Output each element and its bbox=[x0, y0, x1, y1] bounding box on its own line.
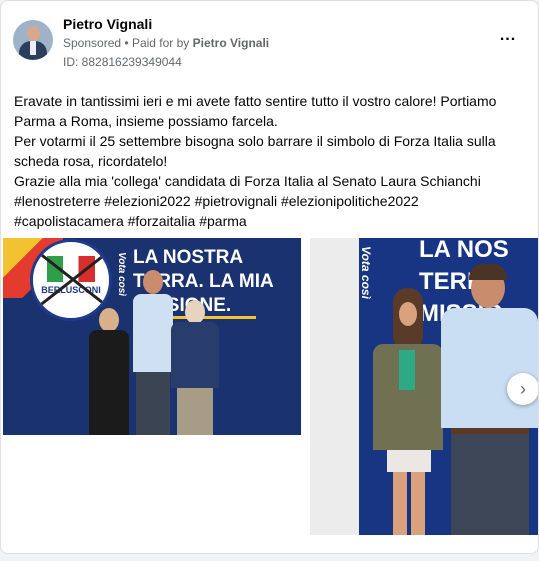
post-body: Eravate in tantissimi ieri e mi avete fa… bbox=[14, 91, 524, 231]
person-figure bbox=[373, 288, 443, 535]
more-options-icon[interactable]: ... bbox=[497, 28, 519, 51]
ad-id: ID: 882816239349044 bbox=[63, 55, 182, 69]
post-line: Grazie alla mia 'collega' candidata di F… bbox=[14, 173, 481, 189]
post-line: Parma a Roma, insieme possiamo farcela. bbox=[14, 113, 278, 129]
carousel-image-1[interactable]: BERLUSCONI Vota così LA NOSTRA TERRA. LA… bbox=[3, 238, 301, 435]
chevron-right-icon: › bbox=[520, 378, 526, 399]
carousel-image-2[interactable]: Vota così LA NOS TERRA MISSIO bbox=[310, 238, 538, 535]
paid-for-label: Paid for by bbox=[131, 36, 190, 50]
sponsored-line: Sponsored • Paid for by Pietro Vignali bbox=[63, 36, 270, 50]
author-avatar[interactable] bbox=[13, 20, 53, 60]
post-line: Eravate in tantissimi ieri e mi avete fa… bbox=[14, 93, 497, 109]
person-figure bbox=[89, 308, 129, 435]
person-figure bbox=[171, 300, 219, 435]
post-line: #lenostreterre #elezioni2022 #pietrovign… bbox=[14, 193, 419, 209]
carousel-next-button[interactable]: › bbox=[507, 373, 538, 405]
paid-for-name: Pietro Vignali bbox=[192, 36, 270, 50]
author-name[interactable]: Pietro Vignali bbox=[63, 16, 152, 32]
person-figure bbox=[133, 270, 173, 435]
post-line: scheda rosa, ricordatelo! bbox=[14, 153, 168, 169]
post-line: #capolistacamera #forzaitalia #parma bbox=[14, 213, 247, 229]
ad-post-card: Pietro Vignali Sponsored • Paid for by P… bbox=[0, 0, 539, 554]
post-line: Per votarmi il 25 settembre bisogna solo… bbox=[14, 133, 496, 149]
sponsored-label: Sponsored bbox=[63, 36, 122, 50]
vota-cosi-text: Vota così bbox=[116, 252, 127, 297]
vota-cosi-text: Vota così bbox=[359, 246, 373, 299]
